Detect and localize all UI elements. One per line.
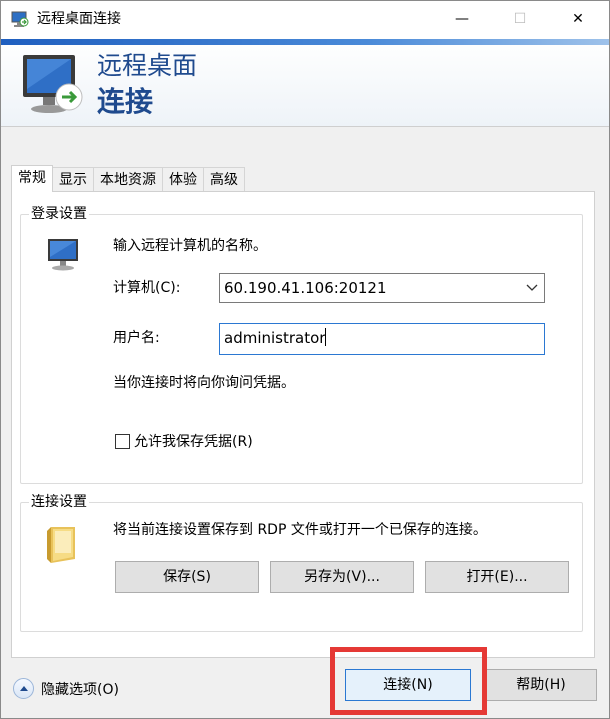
banner-accent-bar xyxy=(1,39,609,45)
help-button[interactable]: 帮助(H) xyxy=(485,669,597,701)
text-caret xyxy=(325,328,327,346)
hide-options-label[interactable]: 隐藏选项(O) xyxy=(41,679,119,699)
connection-settings-group: 连接设置 将当前连接设置保存到 RDP 文件或打开一个已保存的连接。 保存(S)… xyxy=(20,494,583,632)
tab-advanced[interactable]: 高级 xyxy=(203,167,245,192)
computer-combobox[interactable]: 60.190.41.106:20121 xyxy=(219,273,545,303)
username-value: administrator xyxy=(224,329,326,347)
banner-title-line2: 连接 xyxy=(97,85,154,118)
tab-local-resources[interactable]: 本地资源 xyxy=(93,167,163,192)
folder-icon xyxy=(47,527,75,563)
tab-panel-general: 登录设置 输入远程计算机的名称。 计算机(C): 60.190.41.106:2… xyxy=(11,191,595,658)
computer-value: 60.190.41.106:20121 xyxy=(224,279,387,297)
connect-button[interactable]: 连接(N) xyxy=(345,669,471,701)
login-settings-group: 登录设置 输入远程计算机的名称。 计算机(C): 60.190.41.106:2… xyxy=(20,206,583,484)
remote-desktop-window: 远程桌面连接 — ☐ ✕ 远程桌面 连接 常规 显示 本地资源 体验 高级 登录… xyxy=(0,0,610,719)
connection-description: 将当前连接设置保存到 RDP 文件或打开一个已保存的连接。 xyxy=(113,522,487,538)
save-button[interactable]: 保存(S) xyxy=(115,561,259,593)
computer-icon xyxy=(48,239,78,271)
maximize-button[interactable]: ☐ xyxy=(491,1,549,37)
computer-label: 计算机(C): xyxy=(113,280,181,296)
banner-title-line1: 远程桌面 xyxy=(97,51,198,80)
username-field[interactable]: administrator xyxy=(219,323,545,355)
close-button[interactable]: ✕ xyxy=(549,1,607,37)
credentials-note: 当你连接时将向你询问凭据。 xyxy=(113,375,295,391)
title-bar: 远程桌面连接 — ☐ ✕ xyxy=(1,1,609,39)
banner: 远程桌面 连接 xyxy=(1,39,609,127)
tab-general[interactable]: 常规 xyxy=(11,165,53,192)
minimize-button[interactable]: — xyxy=(433,1,491,37)
login-settings-title: 登录设置 xyxy=(29,206,89,222)
save-credentials-label[interactable]: 允许我保存凭据(R) xyxy=(134,433,253,451)
collapse-arrow-icon[interactable] xyxy=(13,678,34,699)
remote-desktop-small-icon xyxy=(11,11,29,27)
hide-options-toggle[interactable]: 隐藏选项(O) xyxy=(13,678,119,699)
login-instruction: 输入远程计算机的名称。 xyxy=(113,238,267,254)
username-label: 用户名: xyxy=(113,330,160,346)
open-button[interactable]: 打开(E)... xyxy=(425,561,569,593)
remote-desktop-icon xyxy=(23,55,83,113)
window-title: 远程桌面连接 xyxy=(37,11,121,27)
save-credentials-checkbox[interactable] xyxy=(115,434,130,449)
tab-experience[interactable]: 体验 xyxy=(162,167,204,192)
connection-settings-title: 连接设置 xyxy=(29,494,89,510)
save-as-button[interactable]: 另存为(V)... xyxy=(270,561,414,593)
tab-strip: 常规 显示 本地资源 体验 高级 xyxy=(11,165,245,192)
dropdown-chevron-icon[interactable] xyxy=(526,274,538,302)
tab-display[interactable]: 显示 xyxy=(52,167,94,192)
